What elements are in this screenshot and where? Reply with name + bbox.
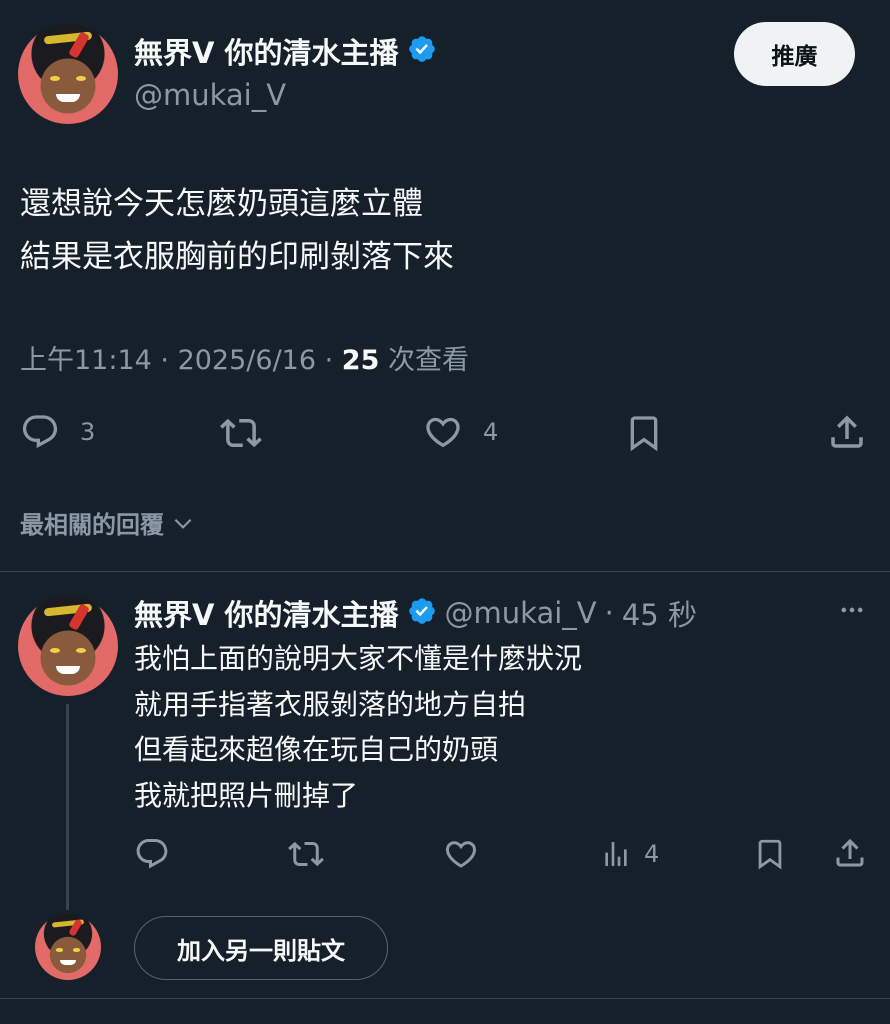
tweet-meta: 上午11:14 · 2025/6/16 · 25 次查看	[20, 345, 469, 376]
chevron-down-icon	[174, 518, 192, 529]
reply-author-handle[interactable]: @mukai_V	[445, 596, 597, 630]
share-icon	[836, 838, 864, 867]
reply-views-count: 4	[644, 840, 660, 868]
replies-sort-dropdown[interactable]: 最相關的回覆	[20, 505, 196, 540]
current-user-avatar	[35, 914, 101, 980]
replies-sort-label: 最相關的回覆	[20, 511, 164, 539]
tweet-text: 還想說今天怎麼奶頭這麼立體 結果是衣服胸前的印刷剝落下來	[20, 178, 870, 284]
reply-reply-button[interactable]	[134, 836, 170, 872]
author-name[interactable]: 無界V 你的清水主播	[134, 30, 399, 72]
add-another-post-button[interactable]: 加入另一則貼文	[134, 916, 388, 980]
reply-views-button[interactable]: 4	[600, 838, 659, 870]
verified-badge-icon	[407, 596, 437, 630]
reply-text-line: 我就把照片刪掉了	[134, 778, 359, 812]
share-icon	[831, 415, 863, 448]
reply-icon	[22, 415, 58, 449]
divider	[0, 571, 890, 572]
divider	[0, 998, 890, 999]
reply-author-avatar[interactable]	[18, 596, 118, 696]
tweet-text-line: 還想說今天怎麼奶頭這麼立體	[20, 186, 423, 222]
reply-repost-button[interactable]	[288, 836, 324, 872]
like-count: 4	[483, 418, 499, 446]
bookmark-icon	[758, 839, 782, 870]
analytics-icon	[605, 842, 627, 866]
reply-author-name[interactable]: 無界V 你的清水主播	[134, 592, 399, 634]
tweet-text-line: 結果是衣服胸前的印刷剝落下來	[20, 239, 454, 275]
tweet-date[interactable]: 2025/6/16	[178, 345, 316, 376]
reply-button[interactable]: 3	[20, 412, 95, 452]
author-avatar[interactable]	[18, 24, 118, 124]
more-options-button[interactable]	[834, 596, 870, 628]
reply-count: 3	[80, 418, 96, 446]
verified-badge-icon	[407, 34, 437, 68]
thread-line	[66, 704, 69, 910]
author-handle[interactable]: @mukai_V	[134, 78, 286, 112]
reply-share-button[interactable]	[832, 835, 868, 871]
bookmark-icon	[630, 416, 658, 452]
reply-bookmark-button[interactable]	[753, 836, 787, 872]
promote-button[interactable]: 推廣	[734, 22, 855, 86]
tweet-time[interactable]: 上午11:14	[20, 345, 152, 376]
views-label: 次查看	[387, 345, 469, 376]
reply-icon	[136, 839, 168, 869]
bookmark-button[interactable]	[624, 412, 664, 454]
like-button[interactable]: 4	[423, 412, 498, 452]
repost-button[interactable]	[220, 412, 262, 454]
heart-icon	[445, 841, 477, 868]
more-icon	[841, 607, 863, 613]
reply-text-line: 就用手指著衣服剝落的地方自拍	[134, 687, 527, 721]
repost-icon	[288, 841, 324, 867]
reply-age[interactable]: 45 秒	[622, 592, 697, 634]
heart-icon	[426, 417, 460, 448]
reply-like-button[interactable]	[443, 836, 479, 872]
reply-text-line: 我怕上面的說明大家不懂是什麼狀況	[134, 642, 583, 675]
reply-text: 我怕上面的說明大家不懂是什麼狀況 就用手指著衣服剝落的地方自拍 但看起來超像在玩…	[134, 636, 854, 818]
repost-icon	[220, 418, 262, 448]
reply-text-line: 但看起來超像在玩自己的奶頭	[134, 733, 499, 766]
views-count: 25	[341, 345, 380, 376]
share-button[interactable]	[826, 411, 868, 453]
